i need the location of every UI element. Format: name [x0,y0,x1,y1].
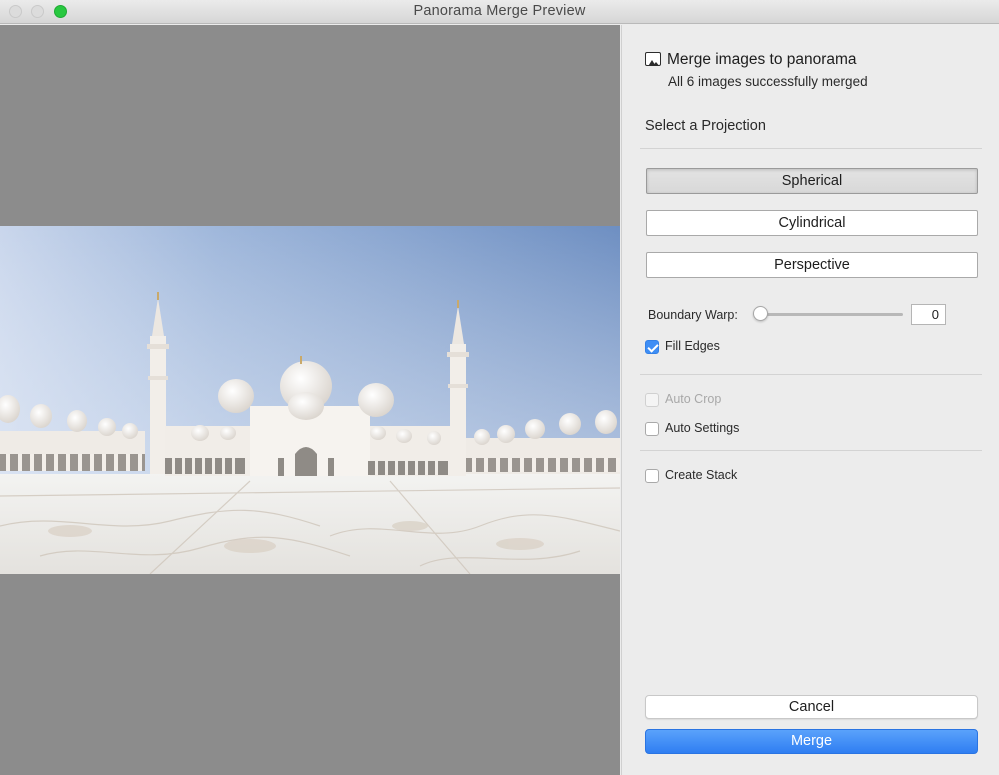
panel-title: Merge images to panorama [667,51,857,68]
auto-crop-checkbox [645,393,659,407]
create-stack-checkbox[interactable] [645,469,659,483]
projection-perspective-button[interactable]: Perspective [646,252,978,278]
projection-spherical-button[interactable]: Spherical [646,168,978,194]
panorama-illustration [0,226,620,574]
projection-section-label: Select a Projection [645,118,766,134]
divider [640,450,982,451]
window-title: Panorama Merge Preview [413,3,586,19]
boundary-warp-label: Boundary Warp: [648,308,738,322]
divider [640,374,982,375]
create-stack-label: Create Stack [665,468,738,482]
auto-settings-checkbox[interactable] [645,422,659,436]
auto-settings-label: Auto Settings [665,421,740,435]
boundary-warp-value-field[interactable]: 0 [911,304,946,325]
boundary-warp-slider-track[interactable] [759,313,903,316]
projection-cylindrical-button[interactable]: Cylindrical [646,210,978,236]
preview-pane [0,25,620,775]
auto-crop-label: Auto Crop [665,392,722,406]
merge-options-panel: Merge images to panorama All 6 images su… [621,25,999,775]
cancel-button[interactable]: Cancel [645,695,978,719]
merge-button[interactable]: Merge [645,729,978,754]
fill-edges-checkbox[interactable] [645,340,659,354]
panorama-preview-image [0,226,620,574]
image-icon [645,52,661,66]
boundary-warp-slider-thumb[interactable] [753,306,768,321]
divider [640,148,982,149]
fill-edges-label: Fill Edges [665,339,720,353]
title-bar: Panorama Merge Preview [0,0,999,24]
merge-status-text: All 6 images successfully merged [668,74,868,89]
